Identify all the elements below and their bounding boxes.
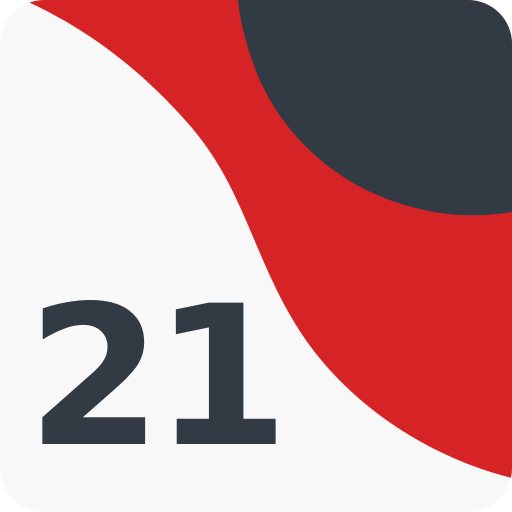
app-icon-graphic: 21 [0,0,512,512]
number-label: 21 [27,264,281,490]
app-icon[interactable]: 21 [0,0,512,512]
